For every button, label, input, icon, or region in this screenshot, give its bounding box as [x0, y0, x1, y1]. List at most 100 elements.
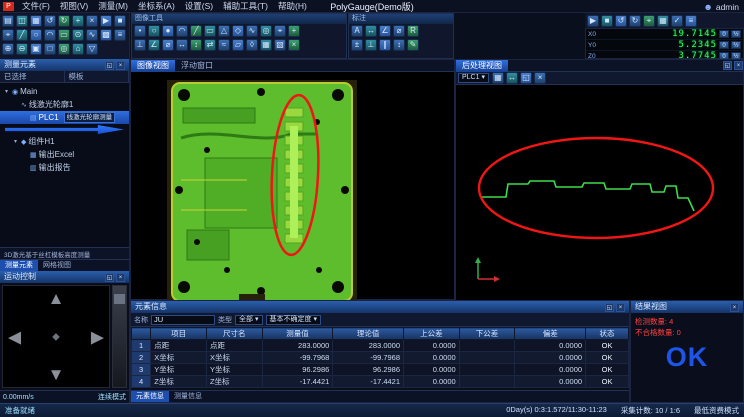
- tab-floating-window[interactable]: 浮动窗口: [175, 60, 219, 72]
- horizontal-dim-icon[interactable]: ↔: [176, 39, 188, 51]
- lozenge-icon[interactable]: ◊: [246, 39, 258, 51]
- profile-select[interactable]: PLC1 ▾: [458, 73, 489, 83]
- circle-tool-icon[interactable]: ○: [30, 29, 42, 41]
- grid-view-icon[interactable]: ▦: [657, 15, 669, 27]
- target-icon[interactable]: ◎: [58, 43, 70, 55]
- tree-item-0[interactable]: ▾◉Main: [0, 85, 129, 98]
- arc-icon[interactable]: ◠: [176, 25, 188, 37]
- jog-mode[interactable]: 连续模式: [98, 392, 126, 402]
- angle-dim-icon[interactable]: ∠: [379, 25, 391, 37]
- list-view-icon[interactable]: ≡: [114, 29, 126, 41]
- tab-selected[interactable]: 已选择: [0, 71, 65, 82]
- new-file-icon[interactable]: ▤: [2, 15, 14, 27]
- erase-icon[interactable]: ×: [288, 39, 300, 51]
- line-tool-icon[interactable]: ╱: [16, 29, 28, 41]
- user-account[interactable]: ☻ admin: [703, 0, 739, 13]
- crosshair-icon[interactable]: ⌖: [274, 25, 286, 37]
- approx-icon[interactable]: ≈: [218, 39, 230, 51]
- jog-down-button[interactable]: ▼: [48, 366, 65, 383]
- column-header[interactable]: 下公差: [459, 328, 515, 340]
- angle-icon[interactable]: ∠: [148, 39, 160, 51]
- table-row[interactable]: 1点距点距283.0000283.00000.00000.0000OK: [132, 340, 629, 352]
- solid-circle-icon[interactable]: ●: [162, 25, 174, 37]
- tab-template[interactable]: 模板: [65, 71, 130, 82]
- table-row[interactable]: 2X坐标X坐标-99.7968-99.79680.00000.0000OK: [132, 352, 629, 364]
- name-filter-input[interactable]: [151, 315, 215, 325]
- close-icon[interactable]: ×: [734, 61, 743, 70]
- perpendicular-dim-icon[interactable]: ⊥: [365, 39, 377, 51]
- tab-measure-elements[interactable]: 测量元素: [0, 260, 38, 271]
- concentric-circle-icon[interactable]: ◎: [260, 25, 272, 37]
- refresh-icon[interactable]: ↻: [629, 15, 641, 27]
- wave-icon[interactable]: ∿: [246, 25, 258, 37]
- undo-icon[interactable]: ↺: [44, 15, 56, 27]
- column-header[interactable]: 尺寸名: [206, 328, 262, 340]
- jog-up-button[interactable]: ▲: [48, 290, 65, 307]
- dock-icon[interactable]: ◱: [105, 273, 114, 282]
- dock-icon[interactable]: ◱: [105, 61, 114, 70]
- save-icon[interactable]: ▦: [30, 15, 42, 27]
- tree-item-3[interactable]: ▾◆组件H1: [0, 135, 129, 148]
- stop-icon[interactable]: ■: [114, 15, 126, 27]
- jog-center-button[interactable]: ◆: [52, 331, 60, 342]
- close-icon[interactable]: ×: [616, 303, 625, 312]
- tab-post-process-view[interactable]: 后处理视图: [456, 60, 508, 72]
- jog-right-button[interactable]: ▶: [91, 328, 104, 345]
- image-canvas[interactable]: [131, 72, 454, 299]
- edit-icon[interactable]: ✎: [407, 39, 419, 51]
- axis-zero-button[interactable]: 0: [719, 30, 729, 38]
- axis-zero-button[interactable]: 0: [719, 41, 729, 49]
- caret-icon[interactable]: ▾: [3, 88, 10, 95]
- select-icon[interactable]: □: [44, 43, 56, 55]
- filter-icon[interactable]: ▽: [86, 43, 98, 55]
- menu-item-1[interactable]: 视图(V): [55, 0, 93, 12]
- zoom-out-icon[interactable]: ⊖: [16, 43, 28, 55]
- column-header[interactable]: 测量值: [262, 328, 333, 340]
- table-row[interactable]: 4Z坐标Z坐标-17.4421-17.44210.00000.0000OK: [132, 376, 629, 388]
- height-dim-icon[interactable]: ↕: [393, 39, 405, 51]
- menu-item-0[interactable]: 文件(F): [17, 0, 55, 12]
- tree-item-2[interactable]: ▤PLC1线激光轮廓测量: [0, 111, 129, 124]
- redo-icon[interactable]: ↻: [58, 15, 70, 27]
- stop-icon[interactable]: ■: [601, 15, 613, 27]
- parallel-dim-icon[interactable]: ∥: [379, 39, 391, 51]
- profile-tool-icon[interactable]: ∿: [86, 29, 98, 41]
- tree-item-4[interactable]: ▦输出Excel: [0, 148, 129, 161]
- tree-item-5[interactable]: ▥输出报告: [0, 161, 129, 174]
- line-icon[interactable]: ╱: [190, 25, 202, 37]
- zoom-in-icon[interactable]: ⊕: [2, 43, 14, 55]
- fit-icon[interactable]: ▦: [492, 72, 504, 84]
- plus-icon[interactable]: +: [288, 25, 300, 37]
- tree-item-1[interactable]: ∿线激光轮廓1: [0, 98, 129, 111]
- diameter-dim-icon[interactable]: ⌀: [393, 25, 405, 37]
- type-filter-select[interactable]: 全部 ▾: [235, 315, 263, 325]
- circle-icon[interactable]: ○: [148, 25, 160, 37]
- close-icon[interactable]: ×: [116, 273, 125, 282]
- check-icon[interactable]: ✓: [671, 15, 683, 27]
- home-icon[interactable]: ⌂: [72, 43, 84, 55]
- grid-icon[interactable]: ▦: [260, 39, 272, 51]
- mesh-tool-icon[interactable]: ▩: [100, 29, 112, 41]
- jog-speed-slider[interactable]: [112, 285, 127, 388]
- fit-view-icon[interactable]: ▣: [30, 43, 42, 55]
- slider-handle[interactable]: [114, 294, 125, 304]
- point-tool-icon[interactable]: ⌖: [2, 29, 14, 41]
- jog-left-button[interactable]: ◀: [8, 328, 21, 345]
- clear-icon[interactable]: ×: [534, 72, 546, 84]
- menu-item-3[interactable]: 坐标系(A): [133, 0, 180, 12]
- swap-icon[interactable]: ⇄: [204, 39, 216, 51]
- locate-icon[interactable]: ⌖: [643, 15, 655, 27]
- reset-icon[interactable]: ↺: [615, 15, 627, 27]
- column-header[interactable]: 理论值: [333, 328, 404, 340]
- rect-tool-icon[interactable]: ▭: [58, 29, 70, 41]
- column-header[interactable]: 状态: [586, 328, 629, 340]
- caret-icon[interactable]: ▾: [12, 138, 19, 145]
- text-annotation-icon[interactable]: A: [351, 25, 363, 37]
- parallelogram-icon[interactable]: ▱: [232, 39, 244, 51]
- pan-icon[interactable]: ↔: [506, 72, 518, 84]
- delete-icon[interactable]: ×: [86, 15, 98, 27]
- menu-item-6[interactable]: 帮助(H): [273, 0, 312, 12]
- menu-item-2[interactable]: 测量(M): [93, 0, 133, 12]
- profile-canvas[interactable]: [456, 85, 743, 301]
- close-icon[interactable]: ×: [730, 303, 739, 312]
